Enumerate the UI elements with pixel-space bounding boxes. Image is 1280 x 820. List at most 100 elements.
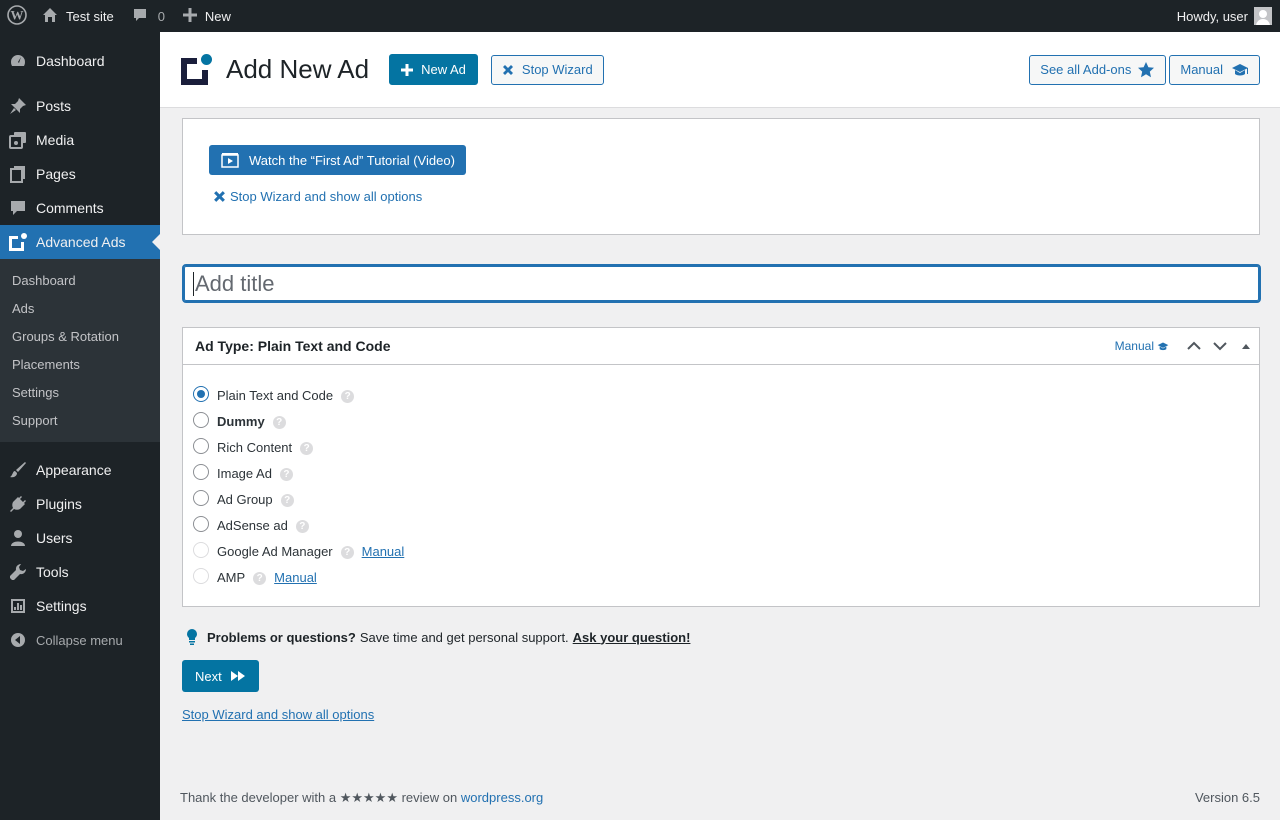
ask-question-link[interactable]: Ask your question! — [573, 630, 691, 645]
radio-ad-group[interactable] — [193, 490, 209, 506]
manual-label: Manual — [1180, 62, 1223, 77]
radio-image-ad[interactable] — [193, 464, 209, 480]
admin-footer: Thank the developer with a ★★★★★ review … — [180, 790, 1260, 806]
amp-manual-link[interactable]: Manual — [274, 570, 317, 585]
sidebar-item-media[interactable]: Media — [0, 123, 160, 157]
collapse-menu-button[interactable]: Collapse menu — [0, 623, 160, 657]
submenu-item-dashboard[interactable]: Dashboard — [0, 266, 160, 294]
move-up-button[interactable] — [1181, 328, 1207, 364]
support-text: Save time and get personal support. — [359, 629, 569, 645]
wordpress-icon: W — [7, 4, 27, 28]
sidebar-item-comments[interactable]: Comments — [0, 191, 160, 225]
stop-wizard-link-label: Stop Wizard and show all options — [230, 189, 423, 204]
pin-icon — [8, 96, 28, 116]
home-icon — [42, 7, 58, 26]
help-icon[interactable]: ? — [279, 467, 293, 481]
ad-type-option-amp: AMP ? Manual — [193, 564, 1249, 590]
plug-icon — [8, 494, 28, 514]
brush-icon — [8, 460, 28, 480]
ad-type-box-header: Ad Type: Plain Text and Code Manual — [183, 328, 1259, 365]
submenu-item-ads[interactable]: Ads — [0, 294, 160, 322]
star-icon — [1137, 61, 1155, 79]
new-content-menu[interactable]: New — [175, 0, 239, 32]
stop-wizard-button[interactable]: Stop Wizard — [490, 54, 604, 85]
sidebar-item-advanced-ads[interactable]: Advanced Ads — [0, 225, 160, 259]
ad-type-option-adsense: AdSense ad ? — [193, 512, 1249, 538]
support-notice: Problems or questions? Save time and get… — [186, 628, 690, 646]
radio-dummy[interactable] — [193, 412, 209, 428]
page-header: Add New Ad New Ad Stop Wizard See all Ad… — [160, 32, 1280, 108]
see-all-addons-button[interactable]: See all Add-ons — [1029, 54, 1167, 85]
user-icon — [8, 528, 28, 548]
sidebar-item-dashboard[interactable]: Dashboard — [0, 44, 160, 78]
sidebar-item-appearance[interactable]: Appearance — [0, 453, 160, 487]
radio-plain-text[interactable] — [193, 386, 209, 402]
ad-type-label: Rich Content — [217, 439, 293, 455]
sidebar-item-plugins[interactable]: Plugins — [0, 487, 160, 521]
help-icon[interactable]: ? — [340, 545, 354, 559]
stop-wizard-link[interactable]: Stop Wizard and show all options — [209, 189, 1233, 204]
comments-menu[interactable]: 0 — [122, 0, 175, 32]
comment-icon — [132, 7, 148, 26]
sidebar-item-pages[interactable]: Pages — [0, 157, 160, 191]
support-heading: Problems or questions? — [207, 629, 356, 645]
title-input[interactable] — [195, 270, 1250, 297]
google-ad-manager-manual-link[interactable]: Manual — [362, 544, 405, 559]
manual-button[interactable]: Manual — [1169, 54, 1260, 85]
wordpress-logo-menu[interactable]: W — [0, 0, 34, 32]
toggle-panel-button[interactable] — [1233, 328, 1259, 364]
help-icon[interactable]: ? — [280, 493, 294, 507]
radio-adsense[interactable] — [193, 516, 209, 532]
title-field[interactable] — [182, 264, 1261, 303]
triangle-up-icon — [1241, 342, 1251, 350]
collapse-icon — [8, 630, 28, 650]
close-icon — [502, 64, 514, 76]
submenu-item-placements[interactable]: Placements — [0, 350, 160, 378]
radio-rich-content[interactable] — [193, 438, 209, 454]
next-label: Next — [195, 668, 222, 684]
submenu-item-settings[interactable]: Settings — [0, 378, 160, 406]
ad-type-manual-label: Manual — [1114, 339, 1154, 353]
sidebar-item-posts[interactable]: Posts — [0, 89, 160, 123]
watch-tutorial-label: Watch the “First Ad” Tutorial (Video) — [249, 152, 455, 168]
new-label: New — [204, 8, 231, 24]
plus-icon — [182, 7, 197, 25]
help-icon[interactable]: ? — [272, 415, 286, 429]
submenu-item-groups-rotation[interactable]: Groups & Rotation — [0, 322, 160, 350]
help-icon[interactable]: ? — [341, 389, 355, 403]
next-button[interactable]: Next — [182, 660, 259, 692]
help-icon[interactable]: ? — [295, 519, 309, 533]
site-name-menu[interactable]: Test site — [34, 0, 122, 32]
sidebar-item-label: Appearance — [36, 462, 112, 478]
ad-type-box: Ad Type: Plain Text and Code Manual Plai… — [182, 327, 1260, 607]
watch-tutorial-button[interactable]: Watch the “First Ad” Tutorial (Video) — [209, 145, 466, 175]
sidebar-item-users[interactable]: Users — [0, 521, 160, 555]
wrench-icon — [8, 562, 28, 582]
ad-type-label: AdSense ad — [217, 517, 288, 533]
ad-type-label: Dummy — [217, 413, 265, 429]
plus-icon — [401, 63, 414, 76]
video-icon — [221, 152, 239, 168]
dashboard-icon — [8, 51, 28, 71]
move-down-button[interactable] — [1207, 328, 1233, 364]
wordpress-org-link[interactable]: wordpress.org — [461, 790, 543, 805]
sidebar-item-settings[interactable]: Settings — [0, 589, 160, 623]
help-icon[interactable]: ? — [300, 441, 314, 455]
sidebar-item-tools[interactable]: Tools — [0, 555, 160, 589]
ad-type-option-ad-group: Ad Group ? — [193, 486, 1249, 512]
footer-version: Version 6.5 — [1194, 790, 1260, 805]
pages-icon — [8, 164, 28, 184]
submenu-item-support[interactable]: Support — [0, 406, 160, 434]
new-ad-button[interactable]: New Ad — [389, 54, 478, 85]
ad-type-label: Image Ad — [217, 465, 272, 481]
advanced-ads-logo — [180, 53, 212, 86]
avatar — [1254, 7, 1272, 25]
comments-count: 0 — [157, 8, 165, 24]
fast-forward-icon — [230, 670, 246, 682]
stop-wizard-bottom-link[interactable]: Stop Wizard and show all options — [182, 707, 374, 722]
ad-type-manual-link[interactable]: Manual — [1115, 339, 1169, 353]
stop-wizard-label: Stop Wizard — [521, 62, 593, 77]
ad-type-option-plain-text: Plain Text and Code ? — [193, 382, 1249, 408]
my-account-menu[interactable]: Howdy, user — [1177, 7, 1280, 25]
help-icon[interactable]: ? — [253, 571, 267, 585]
